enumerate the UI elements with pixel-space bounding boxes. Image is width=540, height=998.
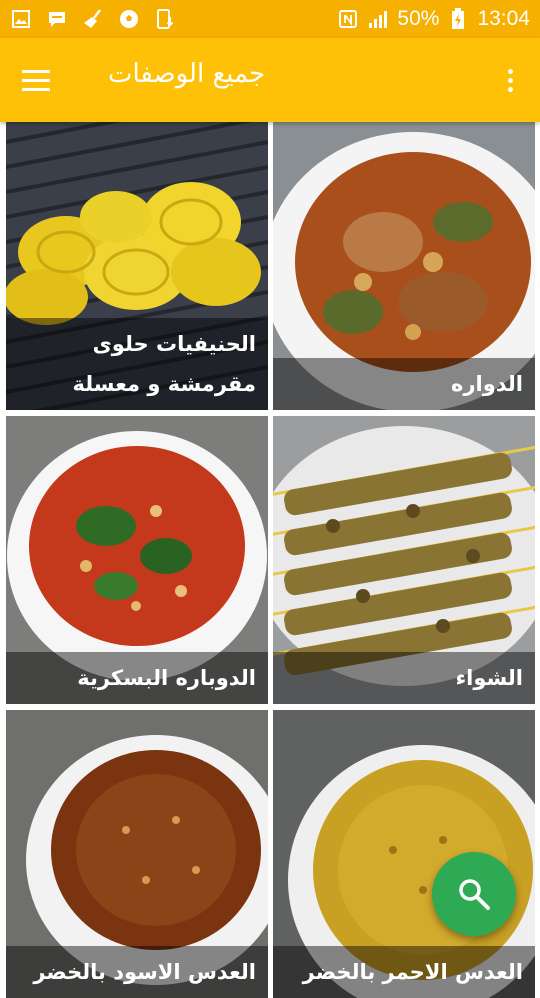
recipe-card[interactable]: الحنيفيات حلوى مقرمشة و معسلة — [6, 122, 268, 410]
recipe-title: الدوباره البسكرية — [6, 652, 268, 704]
nfc-icon — [337, 9, 359, 29]
clock: 13:04 — [477, 7, 530, 30]
recipe-card[interactable]: الدواره — [273, 122, 535, 410]
search-icon — [459, 879, 490, 910]
more-vert-icon[interactable] — [500, 62, 520, 98]
recipe-title: الدواره — [273, 358, 535, 410]
recipe-title: العدس الاحمر بالخضر — [273, 946, 535, 998]
recipe-title: الحنيفيات حلوى مقرمشة و معسلة — [6, 318, 268, 410]
search-fab-button[interactable] — [432, 852, 516, 936]
app-bar: جميع الوصفات — [0, 38, 540, 122]
message-icon — [46, 9, 68, 29]
notification-icons — [10, 0, 176, 38]
battery-percent: 50% — [397, 7, 440, 30]
recipe-card[interactable]: الشواء — [273, 416, 535, 704]
recipe-card[interactable]: الدوباره البسكرية — [6, 416, 268, 704]
recipe-title: الشواء — [273, 652, 535, 704]
gallery-icon — [10, 9, 32, 29]
system-status: 50% 13:04 — [337, 0, 530, 38]
hamburger-menu-icon[interactable] — [14, 60, 58, 100]
battery-charging-icon — [447, 8, 469, 29]
broom-icon — [82, 9, 104, 29]
page-title: جميع الوصفات — [108, 59, 266, 89]
recipe-grid: الحنيفيات حلوى مقرمشة و معسلة الدواره ال… — [0, 122, 540, 998]
recipe-card[interactable]: العدس الاسود بالخضر — [6, 710, 268, 998]
soccer-ball-icon — [118, 9, 140, 29]
recipe-title: العدس الاسود بالخضر — [6, 946, 268, 998]
phone-download-icon — [154, 9, 176, 29]
status-bar: 50% 13:04 — [0, 0, 540, 38]
signal-icon — [367, 9, 389, 29]
recipe-card[interactable]: العدس الاحمر بالخضر — [273, 710, 535, 998]
